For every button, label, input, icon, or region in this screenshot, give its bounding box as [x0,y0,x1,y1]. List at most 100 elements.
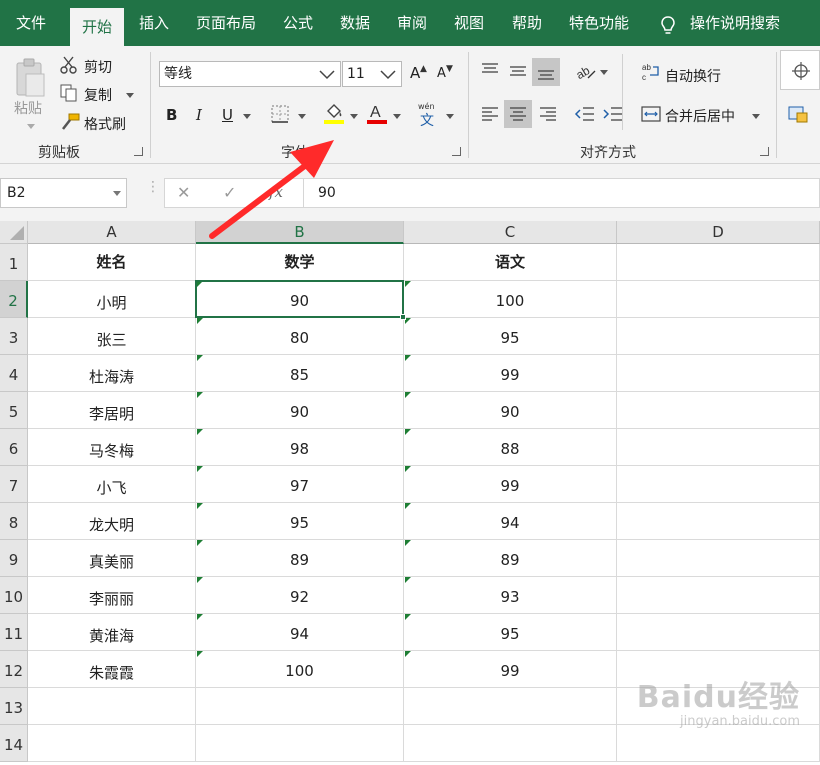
row-header-7[interactable]: 7 [0,466,28,503]
cell-d3[interactable] [617,318,820,355]
cell-c7[interactable]: 99 [404,466,617,503]
cell-a6[interactable]: 马冬梅 [28,429,196,466]
row-header-4[interactable]: 4 [0,355,28,392]
alignment-launcher-icon[interactable] [760,147,769,156]
increase-indent-icon[interactable] [602,104,624,124]
row-header-10[interactable]: 10 [0,577,28,614]
font-size-select[interactable]: 11 [342,61,402,87]
paste-label[interactable]: 粘贴 [14,98,42,118]
row-header-6[interactable]: 6 [0,429,28,466]
cell-a7[interactable]: 小飞 [28,466,196,503]
cell-d9[interactable] [617,540,820,577]
cell-b13[interactable] [196,688,404,725]
fill-handle[interactable] [400,314,406,320]
format-painter-button[interactable]: 格式刷 [84,114,126,134]
tab-home[interactable]: 开始 [70,8,124,46]
cell-d7[interactable] [617,466,820,503]
column-header-b[interactable]: B [196,221,404,244]
tab-file[interactable]: 文件 [0,0,62,46]
cell-c11[interactable]: 95 [404,614,617,651]
cell-b5[interactable]: 90 [196,392,404,429]
paste-icon[interactable] [14,58,48,100]
cell-b9[interactable]: 89 [196,540,404,577]
column-header-c[interactable]: C [404,221,617,244]
row-header-1[interactable]: 1 [0,244,28,281]
cell-b11[interactable]: 94 [196,614,404,651]
font-color-dropdown-icon[interactable] [393,114,401,119]
borders-dropdown-icon[interactable] [298,114,306,119]
cell-d10[interactable] [617,577,820,614]
cell-c14[interactable] [404,725,617,762]
tab-data[interactable]: 数据 [330,0,380,46]
tab-view[interactable]: 视图 [444,0,494,46]
cell-c12[interactable]: 99 [404,651,617,688]
formula-input[interactable]: 90 [304,178,820,208]
row-header-2[interactable]: 2 [0,281,28,318]
cell-d11[interactable] [617,614,820,651]
row-header-12[interactable]: 12 [0,651,28,688]
column-header-a[interactable]: A [28,221,196,244]
cell-a9[interactable]: 真美丽 [28,540,196,577]
cell-c13[interactable] [404,688,617,725]
row-header-9[interactable]: 9 [0,540,28,577]
decrease-indent-icon[interactable] [574,104,596,124]
align-center-button[interactable] [504,100,532,128]
row-header-5[interactable]: 5 [0,392,28,429]
cell-c6[interactable]: 88 [404,429,617,466]
italic-button[interactable]: I [196,106,202,124]
cell-a11[interactable]: 黄淮海 [28,614,196,651]
cell-c8[interactable]: 94 [404,503,617,540]
cell-c1[interactable]: 语文 [404,244,617,281]
cell-c2[interactable]: 100 [404,281,617,318]
conditional-format-icon[interactable] [788,104,810,124]
cell-b6[interactable]: 98 [196,429,404,466]
cell-a13[interactable] [28,688,196,725]
cell-b4[interactable]: 85 [196,355,404,392]
number-format-panel[interactable] [780,50,820,90]
font-launcher-icon[interactable] [452,147,461,156]
cell-d4[interactable] [617,355,820,392]
wrap-text-button[interactable]: 自动换行 [665,66,721,86]
align-top-icon[interactable] [480,61,500,81]
cell-b8[interactable]: 95 [196,503,404,540]
enter-icon[interactable]: ✓ [223,183,236,202]
insert-function-icon[interactable]: fx [269,183,283,201]
align-middle-icon[interactable] [508,61,528,81]
cell-d6[interactable] [617,429,820,466]
align-left-icon[interactable] [480,104,500,124]
row-header-8[interactable]: 8 [0,503,28,540]
cell-a8[interactable]: 龙大明 [28,503,196,540]
cell-b1[interactable]: 数学 [196,244,404,281]
tab-review[interactable]: 审阅 [388,0,436,46]
cell-a12[interactable]: 朱霞霞 [28,651,196,688]
cell-a5[interactable]: 李居明 [28,392,196,429]
font-color-icon[interactable]: A [365,101,389,125]
align-bottom-button[interactable] [532,58,560,86]
shrink-font-button[interactable]: A [437,66,446,81]
underline-button[interactable]: U [222,106,233,124]
font-name-select[interactable]: 等线 [159,61,341,87]
phonetic-dropdown-icon[interactable] [446,114,454,119]
cell-b12[interactable]: 100 [196,651,404,688]
cell-b7[interactable]: 97 [196,466,404,503]
name-box-dropdown-icon[interactable] [113,191,121,196]
merge-center-button[interactable]: 合并后居中 [665,106,735,126]
cell-d1[interactable] [617,244,820,281]
cell-c3[interactable]: 95 [404,318,617,355]
fill-color-dropdown-icon[interactable] [350,114,358,119]
tab-insert[interactable]: 插入 [130,0,178,46]
align-right-icon[interactable] [538,104,558,124]
row-header-14[interactable]: 14 [0,725,28,762]
cell-a1[interactable]: 姓名 [28,244,196,281]
cell-a2[interactable]: 小明 [28,281,196,318]
cell-c5[interactable]: 90 [404,392,617,429]
row-header-13[interactable]: 13 [0,688,28,725]
fill-color-icon[interactable] [322,101,346,125]
cell-c4[interactable]: 99 [404,355,617,392]
select-all-corner[interactable] [0,221,28,244]
grow-font-button[interactable]: A [410,64,420,82]
tab-formulas[interactable]: 公式 [274,0,322,46]
cell-b14[interactable] [196,725,404,762]
cut-button[interactable]: 剪切 [84,57,112,77]
phonetic-guide-button[interactable]: 文 [420,110,434,130]
